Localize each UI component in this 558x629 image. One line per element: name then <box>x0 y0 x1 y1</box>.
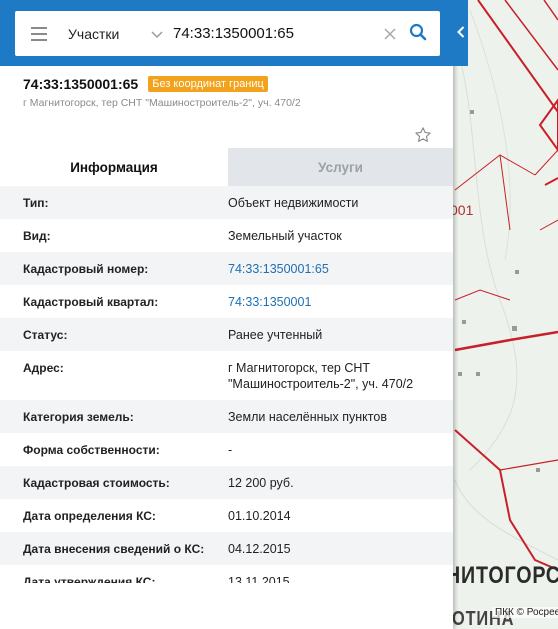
collapse-panel-button[interactable] <box>453 0 468 66</box>
info-panel: Участки 74:33:1350001:65 Без координат г… <box>0 0 453 629</box>
tab-bar: Информация Услуги <box>0 148 453 186</box>
chevron-down-icon <box>151 26 163 42</box>
row-value: Объект недвижимости <box>228 196 359 210</box>
row-label: Кадастровый квартал: <box>23 295 159 309</box>
map-city-label: НИТОГОРСК <box>446 562 558 589</box>
hamburger-icon[interactable] <box>15 11 63 56</box>
row-label: Кадастровый номер: <box>23 262 149 276</box>
row-value: Ранее учтенный <box>228 328 323 342</box>
object-number: 74:33:1350001:65 <box>23 76 139 92</box>
info-table: Тип: Объект недвижимости Вид: Земельный … <box>0 186 453 598</box>
row-label: Категория земель: <box>23 410 134 424</box>
row-value: 04.12.2015 <box>228 542 291 556</box>
category-select-value: Участки <box>68 25 120 42</box>
close-icon[interactable] <box>379 11 401 56</box>
row-value: Земельный участок <box>228 229 342 243</box>
table-row: Категория земель: Земли населённых пункт… <box>0 400 453 433</box>
object-header: 74:33:1350001:65 Без координат границ г … <box>0 66 453 148</box>
row-value: г Магнитогорск, тер СНТ "Машиностроитель… <box>228 361 414 391</box>
search-box: Участки <box>15 11 440 56</box>
table-row: Статус: Ранее учтенный <box>0 318 453 351</box>
row-value: 12 200 руб. <box>228 476 294 490</box>
row-label: Форма собственности: <box>23 443 160 457</box>
search-button[interactable] <box>401 11 435 56</box>
row-label: Вид: <box>23 229 51 243</box>
object-title-row: 74:33:1350001:65 Без координат границ <box>23 76 268 92</box>
tab-services[interactable]: Услуги <box>228 148 453 186</box>
row-label: Кадастровая стоимость: <box>23 476 170 490</box>
row-value: - <box>228 443 233 457</box>
search-icon <box>409 23 427 44</box>
table-row: Кадастровая стоимость: 12 200 руб. <box>0 466 453 499</box>
cadastral-number-link[interactable]: 74:33:1350001:65 <box>228 261 453 277</box>
chevron-left-icon <box>456 25 465 41</box>
row-value: Земли населённых пунктов <box>228 410 387 424</box>
row-value: 01.10.2014 <box>228 509 291 523</box>
row-label: Адрес: <box>23 361 64 375</box>
panel-bottom-mask <box>0 583 453 629</box>
status-badge: Без координат границ <box>148 76 268 92</box>
table-row: Дата внесения сведений о КС: 04.12.2015 <box>0 532 453 565</box>
cadastral-quarter-link[interactable]: 74:33:1350001 <box>228 294 453 310</box>
star-icon[interactable] <box>414 126 434 146</box>
category-select[interactable]: Участки <box>63 11 167 56</box>
row-label: Дата определения КС: <box>23 509 156 523</box>
table-row: Кадастровый номер: 74:33:1350001:65 <box>0 252 453 285</box>
table-row: Адрес: г Магнитогорск, тер СНТ "Машиност… <box>0 351 453 400</box>
row-label: Тип: <box>23 196 49 210</box>
search-input[interactable] <box>167 18 377 49</box>
object-address: г Магнитогорск, тер СНТ "Машиностроитель… <box>23 97 301 109</box>
table-row: Тип: Объект недвижимости <box>0 186 453 219</box>
row-label: Дата внесения сведений о КС: <box>23 542 205 556</box>
search-bar: Участки <box>0 0 453 66</box>
table-row: Кадастровый квартал: 74:33:1350001 <box>0 285 453 318</box>
tab-information[interactable]: Информация <box>0 148 228 186</box>
table-row: Форма собственности: - <box>0 433 453 466</box>
table-row: Вид: Земельный участок <box>0 219 453 252</box>
map-parcel-number: 001 <box>450 202 474 218</box>
map-attribution[interactable]: ПКК © Росреестр <box>492 607 558 618</box>
row-label: Статус: <box>23 328 68 342</box>
table-row: Дата определения КС: 01.10.2014 <box>0 499 453 532</box>
